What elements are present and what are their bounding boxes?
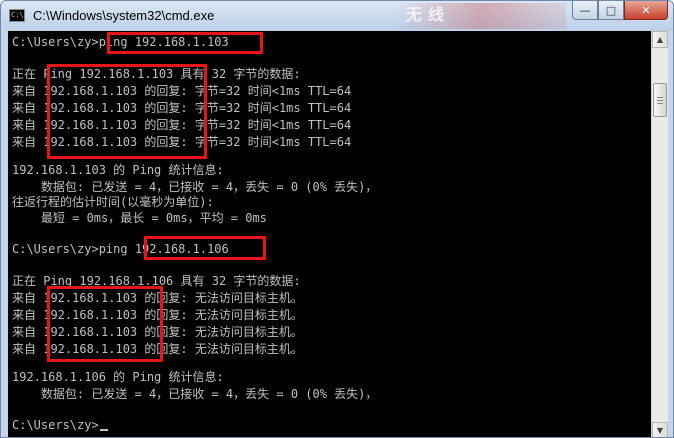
console-line: 192.168.1.106 的 Ping 统计信息: [12, 370, 224, 384]
window-title: C:\Windows\system32\cmd.exe [33, 8, 215, 23]
prompt-text: C:\Users\zy> [12, 418, 99, 432]
console-line: 来自 192.168.1.103 的回复: 字节=32 时间<1ms TTL=6… [12, 118, 352, 132]
console-line: 来自 192.168.1.103 的回复: 无法访问目标主机。 [12, 291, 303, 305]
maximize-button[interactable]: □ [598, 1, 624, 20]
console-line: 来自 192.168.1.103 的回复: 字节=32 时间<1ms TTL=6… [12, 135, 352, 149]
console-line: 来自 192.168.1.103 的回复: 字节=32 时间<1ms TTL=6… [12, 101, 352, 115]
cmd-icon-text: C:\ [11, 11, 24, 19]
scroll-thumb[interactable] [653, 83, 667, 117]
caption-buttons: — □ ✕ [572, 1, 668, 21]
window-frame-right [668, 31, 673, 437]
scroll-down-arrow-icon[interactable]: ▼ [652, 422, 668, 437]
minimize-button[interactable]: — [572, 1, 598, 20]
text-cursor [99, 429, 108, 431]
console-line: 来自 192.168.1.103 的回复: 无法访问目标主机。 [12, 308, 303, 322]
console-line: 来自 192.168.1.103 的回复: 无法访问目标主机。 [12, 342, 303, 356]
scroll-up-arrow-icon[interactable]: ▲ [652, 31, 668, 48]
console-prompt[interactable]: C:\Users\zy> [12, 416, 108, 434]
console-line: 192.168.1.103 的 Ping 统计信息: [12, 163, 224, 177]
grip-line [657, 97, 663, 98]
console-line: 正在 Ping 192.168.1.106 具有 32 字节的数据: [12, 274, 301, 288]
console-line: 数据包: 已发送 = 4，已接收 = 4，丢失 = 0 (0% 丢失)， [12, 387, 378, 401]
close-button[interactable]: ✕ [624, 1, 668, 20]
console-line: 正在 Ping 192.168.1.103 具有 32 字节的数据: [12, 67, 301, 81]
console-line: C:\Users\zy>ping 192.168.1.103 [12, 35, 229, 49]
console-line: 最短 = 0ms，最长 = 0ms，平均 = 0ms [12, 211, 267, 225]
console-line: 来自 192.168.1.103 的回复: 无法访问目标主机。 [12, 325, 303, 339]
grip-line [657, 103, 663, 104]
grip-line [657, 100, 663, 101]
cmd-icon[interactable]: C:\ [9, 9, 25, 22]
vertical-scrollbar[interactable]: ▲ ▼ [651, 31, 668, 437]
console-output[interactable]: C:\Users\zy>ping 192.168.1.103 正在 Ping 1… [8, 31, 651, 437]
watermark: 无线 [396, 3, 566, 29]
title-bar[interactable]: C:\ C:\Windows\system32\cmd.exe 无线 — □ ✕ [1, 1, 673, 31]
console-line: C:\Users\zy>ping 192.168.1.106 [12, 242, 229, 256]
cmd-window: C:\ C:\Windows\system32\cmd.exe 无线 — □ ✕… [0, 0, 674, 438]
console-line: 来自 192.168.1.103 的回复: 字节=32 时间<1ms TTL=6… [12, 84, 352, 98]
